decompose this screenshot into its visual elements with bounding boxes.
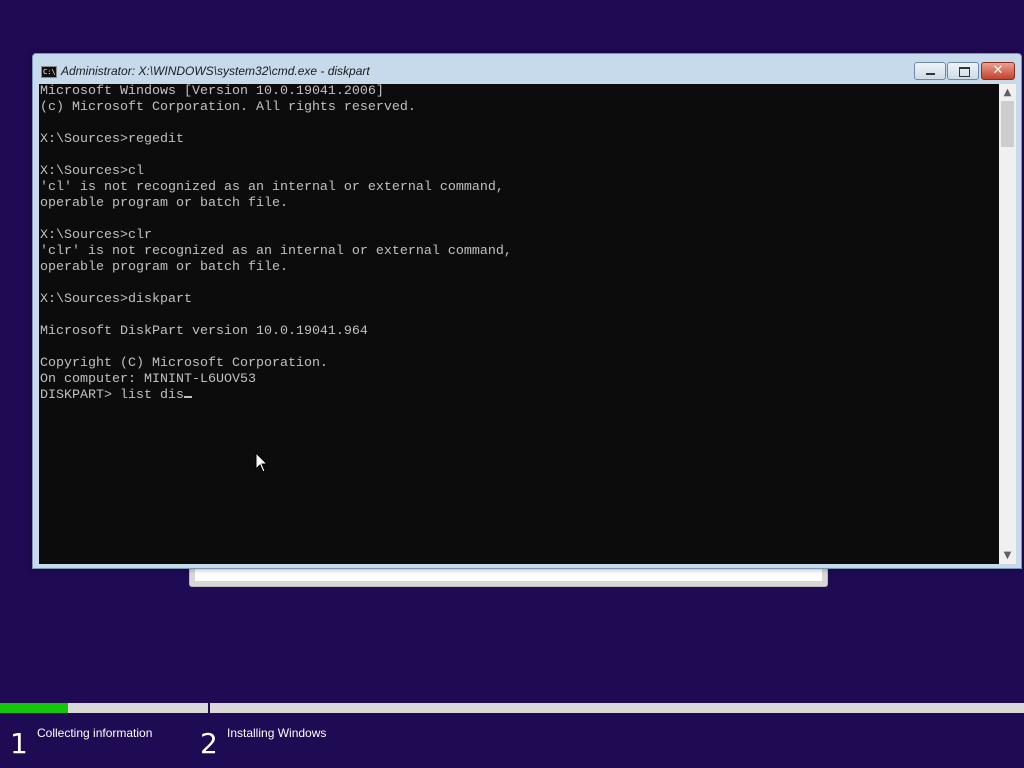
restore-icon	[959, 67, 970, 77]
close-icon: ✕	[992, 63, 1004, 78]
cmd-icon[interactable]: C:\	[41, 66, 57, 78]
scroll-down-arrow-icon[interactable]: ▼	[999, 547, 1016, 564]
console-input[interactable]: list dis	[120, 388, 184, 403]
step-number: 1	[10, 727, 28, 760]
minimize-icon	[926, 73, 935, 75]
cmd-window[interactable]: C:\ Administrator: X:\WINDOWS\system32\c…	[32, 53, 1022, 569]
setup-progress-fill	[0, 703, 68, 713]
console-prompt-line[interactable]: DISKPART> list dis	[39, 388, 999, 404]
window-title: Administrator: X:\WINDOWS\system32\cmd.e…	[61, 64, 370, 78]
text-cursor	[183, 396, 192, 398]
maximize-button[interactable]	[947, 62, 979, 80]
title-bar[interactable]: C:\ Administrator: X:\WINDOWS\system32\c…	[33, 54, 1021, 84]
setup-dialog-content	[195, 567, 822, 581]
scroll-thumb[interactable]	[1001, 101, 1014, 147]
step-number: 2	[200, 727, 218, 760]
console-output[interactable]: Microsoft Windows [Version 10.0.19041.20…	[39, 84, 999, 564]
scroll-up-arrow-icon[interactable]: ▲	[999, 84, 1016, 101]
console-prompt: DISKPART>	[40, 388, 120, 403]
step-label: Collecting information	[37, 726, 153, 740]
step-label: Installing Windows	[227, 726, 327, 740]
cmd-icon-text: C:\	[43, 68, 56, 76]
minimize-button[interactable]	[914, 62, 946, 80]
setup-progress-bar	[0, 703, 1024, 713]
mouse-pointer-icon	[255, 452, 269, 473]
progress-step-divider	[208, 703, 210, 713]
vertical-scrollbar[interactable]: ▲ ▼	[999, 84, 1016, 564]
setup-dialog-background	[189, 566, 828, 587]
close-button[interactable]: ✕	[981, 62, 1015, 80]
console-text: Microsoft Windows [Version 10.0.19041.20…	[40, 84, 512, 387]
